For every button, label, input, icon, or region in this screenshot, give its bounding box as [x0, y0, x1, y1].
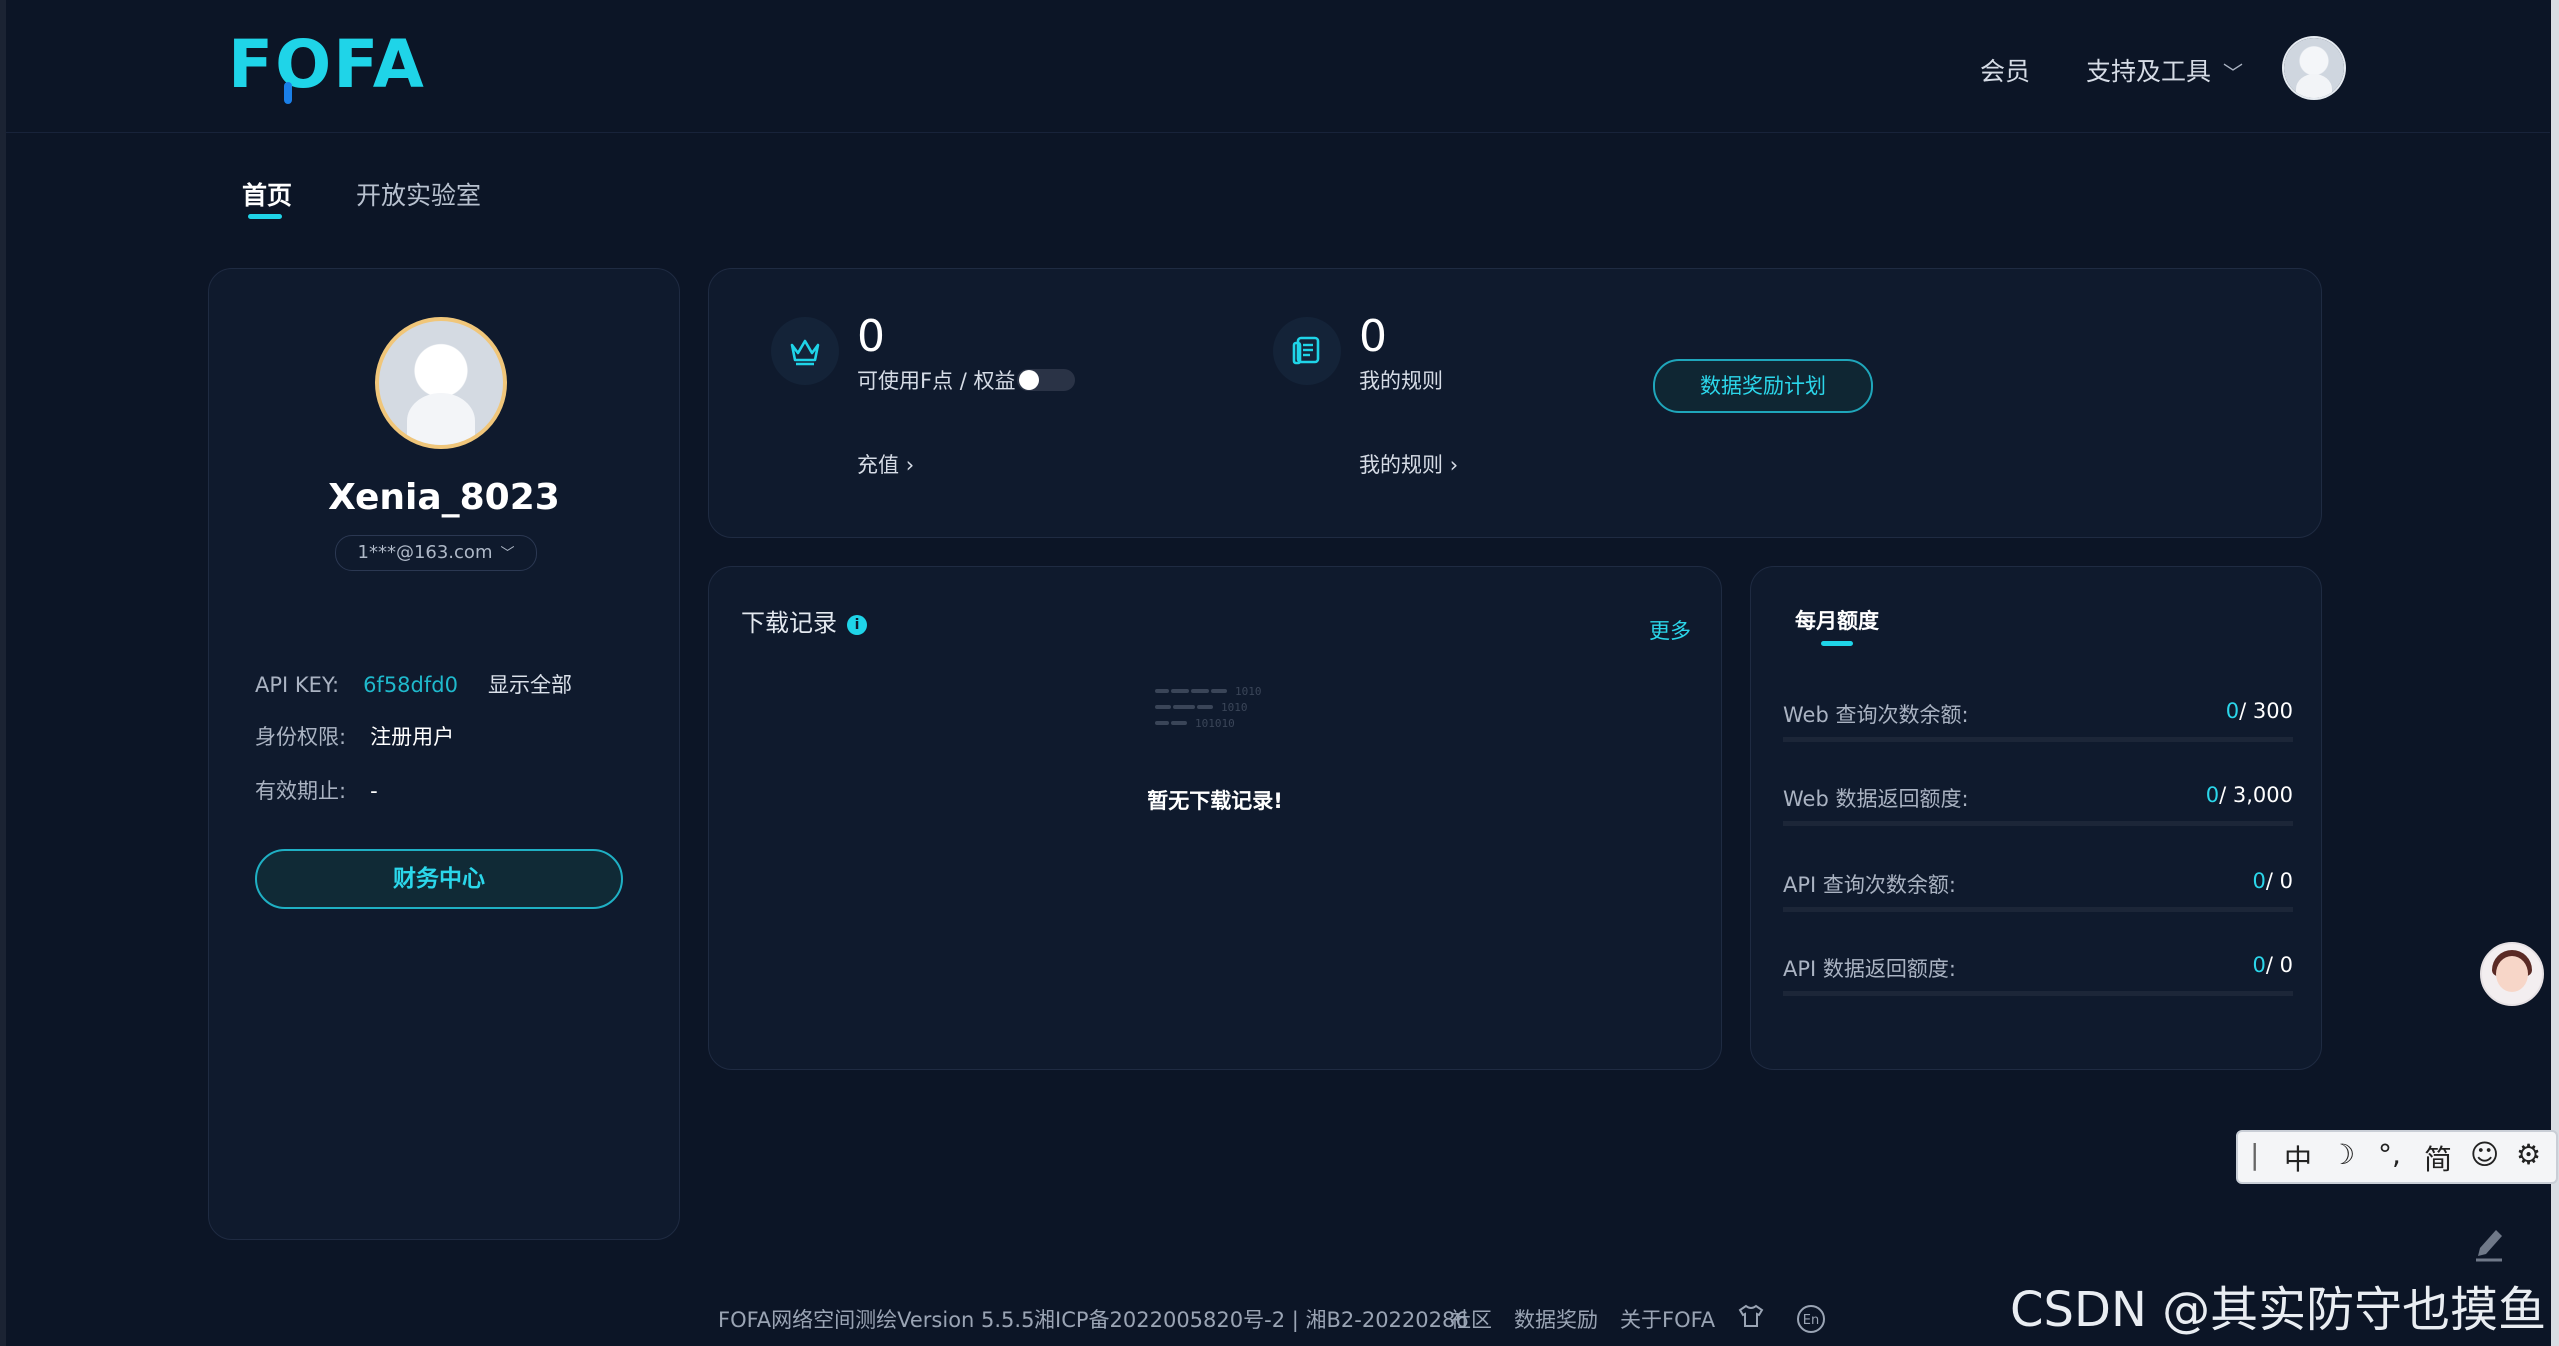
- edit-icon[interactable]: [2472, 1222, 2506, 1262]
- profile-avatar: [375, 317, 507, 449]
- footer-version: FOFA网络空间测绘Version 5.5.5: [718, 1308, 1035, 1332]
- quota-row: Web 查询次数余额: 0/ 300: [1783, 697, 2293, 742]
- language-icon[interactable]: En: [1796, 1304, 1826, 1339]
- expiry-row: 有效期止: -: [255, 775, 378, 805]
- support-avatar-face: [2496, 956, 2528, 992]
- footer-icp[interactable]: 湘ICP备2022005820号-2 | 湘B2-20220286: [1034, 1304, 1469, 1334]
- footer-data-reward-link[interactable]: 数据奖励: [1514, 1304, 1598, 1334]
- recharge-link[interactable]: 充值 ›: [857, 449, 914, 479]
- chevron-down-icon: ﹀: [500, 546, 515, 562]
- quota-value: 0/ 0: [2253, 953, 2294, 977]
- quota-label: Web 查询次数余额:: [1783, 703, 1969, 727]
- f-points-value: 0: [857, 311, 885, 362]
- email-text: 1***@163.com: [357, 542, 493, 563]
- quota-used: 0: [2205, 783, 2220, 807]
- ime-toolbar: | 中 ☽ °, 简 ☺ ⚙: [2236, 1130, 2558, 1184]
- quota-used: 0: [2225, 699, 2240, 723]
- customer-support-avatar[interactable]: [2480, 942, 2544, 1006]
- download-records-card: 下载记录 i 更多 1010 1010 101010 暂无下载记录!: [708, 566, 1722, 1070]
- my-rules-link[interactable]: 我的规则 ›: [1359, 449, 1458, 479]
- quota-row: API 数据返回额度: 0/ 0: [1783, 951, 2293, 996]
- empty-records-illustration: 1010 1010 101010: [1155, 685, 1262, 730]
- logo-lens-handle: [284, 82, 292, 104]
- quota-total: / 3,000: [2219, 783, 2293, 807]
- nav-tools-label: 支持及工具: [2086, 57, 2212, 86]
- f-points-label: 可使用F点 / 权益: [857, 369, 1016, 393]
- moon-icon[interactable]: ☽: [2330, 1138, 2355, 1171]
- user-avatar[interactable]: [2284, 38, 2344, 98]
- quota-row: Web 数据返回额度: 0/ 3,000: [1783, 781, 2293, 826]
- download-records-title: 下载记录 i: [741, 603, 867, 638]
- api-key-label: API KEY:: [255, 673, 340, 697]
- role-row: 身份权限: 注册用户: [255, 721, 454, 751]
- smile-icon[interactable]: ☺: [2470, 1138, 2499, 1171]
- ime-punct-button[interactable]: °,: [2378, 1138, 2401, 1171]
- quota-value: 0/ 300: [2226, 699, 2293, 723]
- quota-value: 0/ 3,000: [2206, 783, 2293, 807]
- chevron-right-icon: ›: [905, 453, 915, 477]
- gear-icon[interactable]: ⚙: [2516, 1138, 2541, 1171]
- language-label: En: [1803, 1313, 1819, 1328]
- quota-total: / 0: [2265, 953, 2293, 977]
- finance-center-button[interactable]: 财务中心: [255, 849, 623, 909]
- role-label: 身份权限:: [255, 725, 347, 749]
- points-toggle[interactable]: [1017, 369, 1075, 391]
- monthly-tab-indicator: [1821, 641, 1853, 646]
- quota-label: Web 数据返回额度:: [1783, 787, 1969, 811]
- info-icon[interactable]: i: [847, 615, 867, 635]
- quota-used: 0: [2252, 869, 2266, 893]
- expiry-label: 有效期止:: [255, 779, 347, 803]
- quota-used: 0: [2252, 953, 2266, 977]
- chevron-down-icon: ﹀: [2223, 61, 2244, 85]
- stats-card: 0 可使用F点 / 权益 充值 › 0 我的规则 我的规则 › 数据奖励计划: [708, 268, 2322, 538]
- tab-home[interactable]: 首页: [242, 176, 292, 212]
- more-link[interactable]: 更多: [1649, 615, 1691, 645]
- ime-script-button[interactable]: 简: [2424, 1138, 2452, 1178]
- email-dropdown[interactable]: 1***@163.com ﹀: [335, 535, 537, 571]
- recharge-label: 充值: [857, 453, 899, 477]
- role-value: 注册用户: [370, 725, 455, 749]
- empty-records-message: 暂无下载记录!: [1147, 789, 1283, 813]
- footer-community-link[interactable]: 社区: [1450, 1304, 1492, 1334]
- show-all-button[interactable]: 显示全部: [488, 673, 572, 697]
- api-key-row: API KEY: 6f58dfd0 显示全部: [255, 669, 572, 699]
- nav-member-link[interactable]: 会员: [1980, 52, 2030, 88]
- fofa-logo[interactable]: FOFA: [228, 26, 426, 103]
- data-reward-button[interactable]: 数据奖励计划: [1653, 359, 1873, 413]
- monthly-quota-title: 每月额度: [1795, 609, 1879, 633]
- art-text-1: 1010: [1235, 685, 1262, 698]
- download-records-label: 下载记录: [741, 609, 837, 637]
- quota-value: 0/ 0: [2253, 869, 2294, 893]
- crown-icon: [771, 317, 839, 385]
- quota-row: API 查询次数余额: 0/ 0: [1783, 867, 2293, 912]
- expiry-value: -: [370, 779, 378, 803]
- active-tab-indicator: [248, 214, 282, 219]
- footer-about-link[interactable]: 关于FOFA: [1620, 1304, 1715, 1334]
- ime-mode-button[interactable]: 中: [2284, 1138, 2312, 1178]
- ime-grip-handle[interactable]: |: [2250, 1138, 2259, 1171]
- my-rules-label: 我的规则: [1359, 453, 1443, 477]
- rules-count: 0: [1359, 311, 1387, 362]
- nav-tools-menu[interactable]: 支持及工具 ﹀: [2086, 52, 2243, 88]
- art-text-3: 101010: [1195, 717, 1235, 730]
- csdn-watermark: CSDN @其实防守也摸鱼: [2010, 1282, 2547, 1338]
- quota-total: / 0: [2265, 869, 2293, 893]
- rules-label: 我的规则: [1359, 369, 1443, 393]
- api-key-value: 6f58dfd0: [363, 673, 458, 697]
- shirt-icon[interactable]: [1738, 1304, 1764, 1333]
- document-icon: [1273, 317, 1341, 385]
- quota-label: API 查询次数余额:: [1783, 873, 1956, 897]
- chevron-right-icon: ›: [1449, 453, 1459, 477]
- art-text-2: 1010: [1221, 701, 1248, 714]
- quota-total: / 300: [2239, 699, 2293, 723]
- profile-card: Xenia_8023 1***@163.com ﹀ API KEY: 6f58dfd…: [208, 268, 680, 1240]
- quota-label: API 数据返回额度:: [1783, 957, 1956, 981]
- tab-open-lab[interactable]: 开放实验室: [356, 176, 481, 212]
- monthly-quota-card: 每月额度 Web 查询次数余额: 0/ 300 Web 数据返回额度: 0/ 3…: [1750, 566, 2322, 1070]
- top-header: FOFA 会员 支持及工具 ﹀: [6, 0, 2550, 133]
- username: Xenia_8023: [328, 477, 560, 518]
